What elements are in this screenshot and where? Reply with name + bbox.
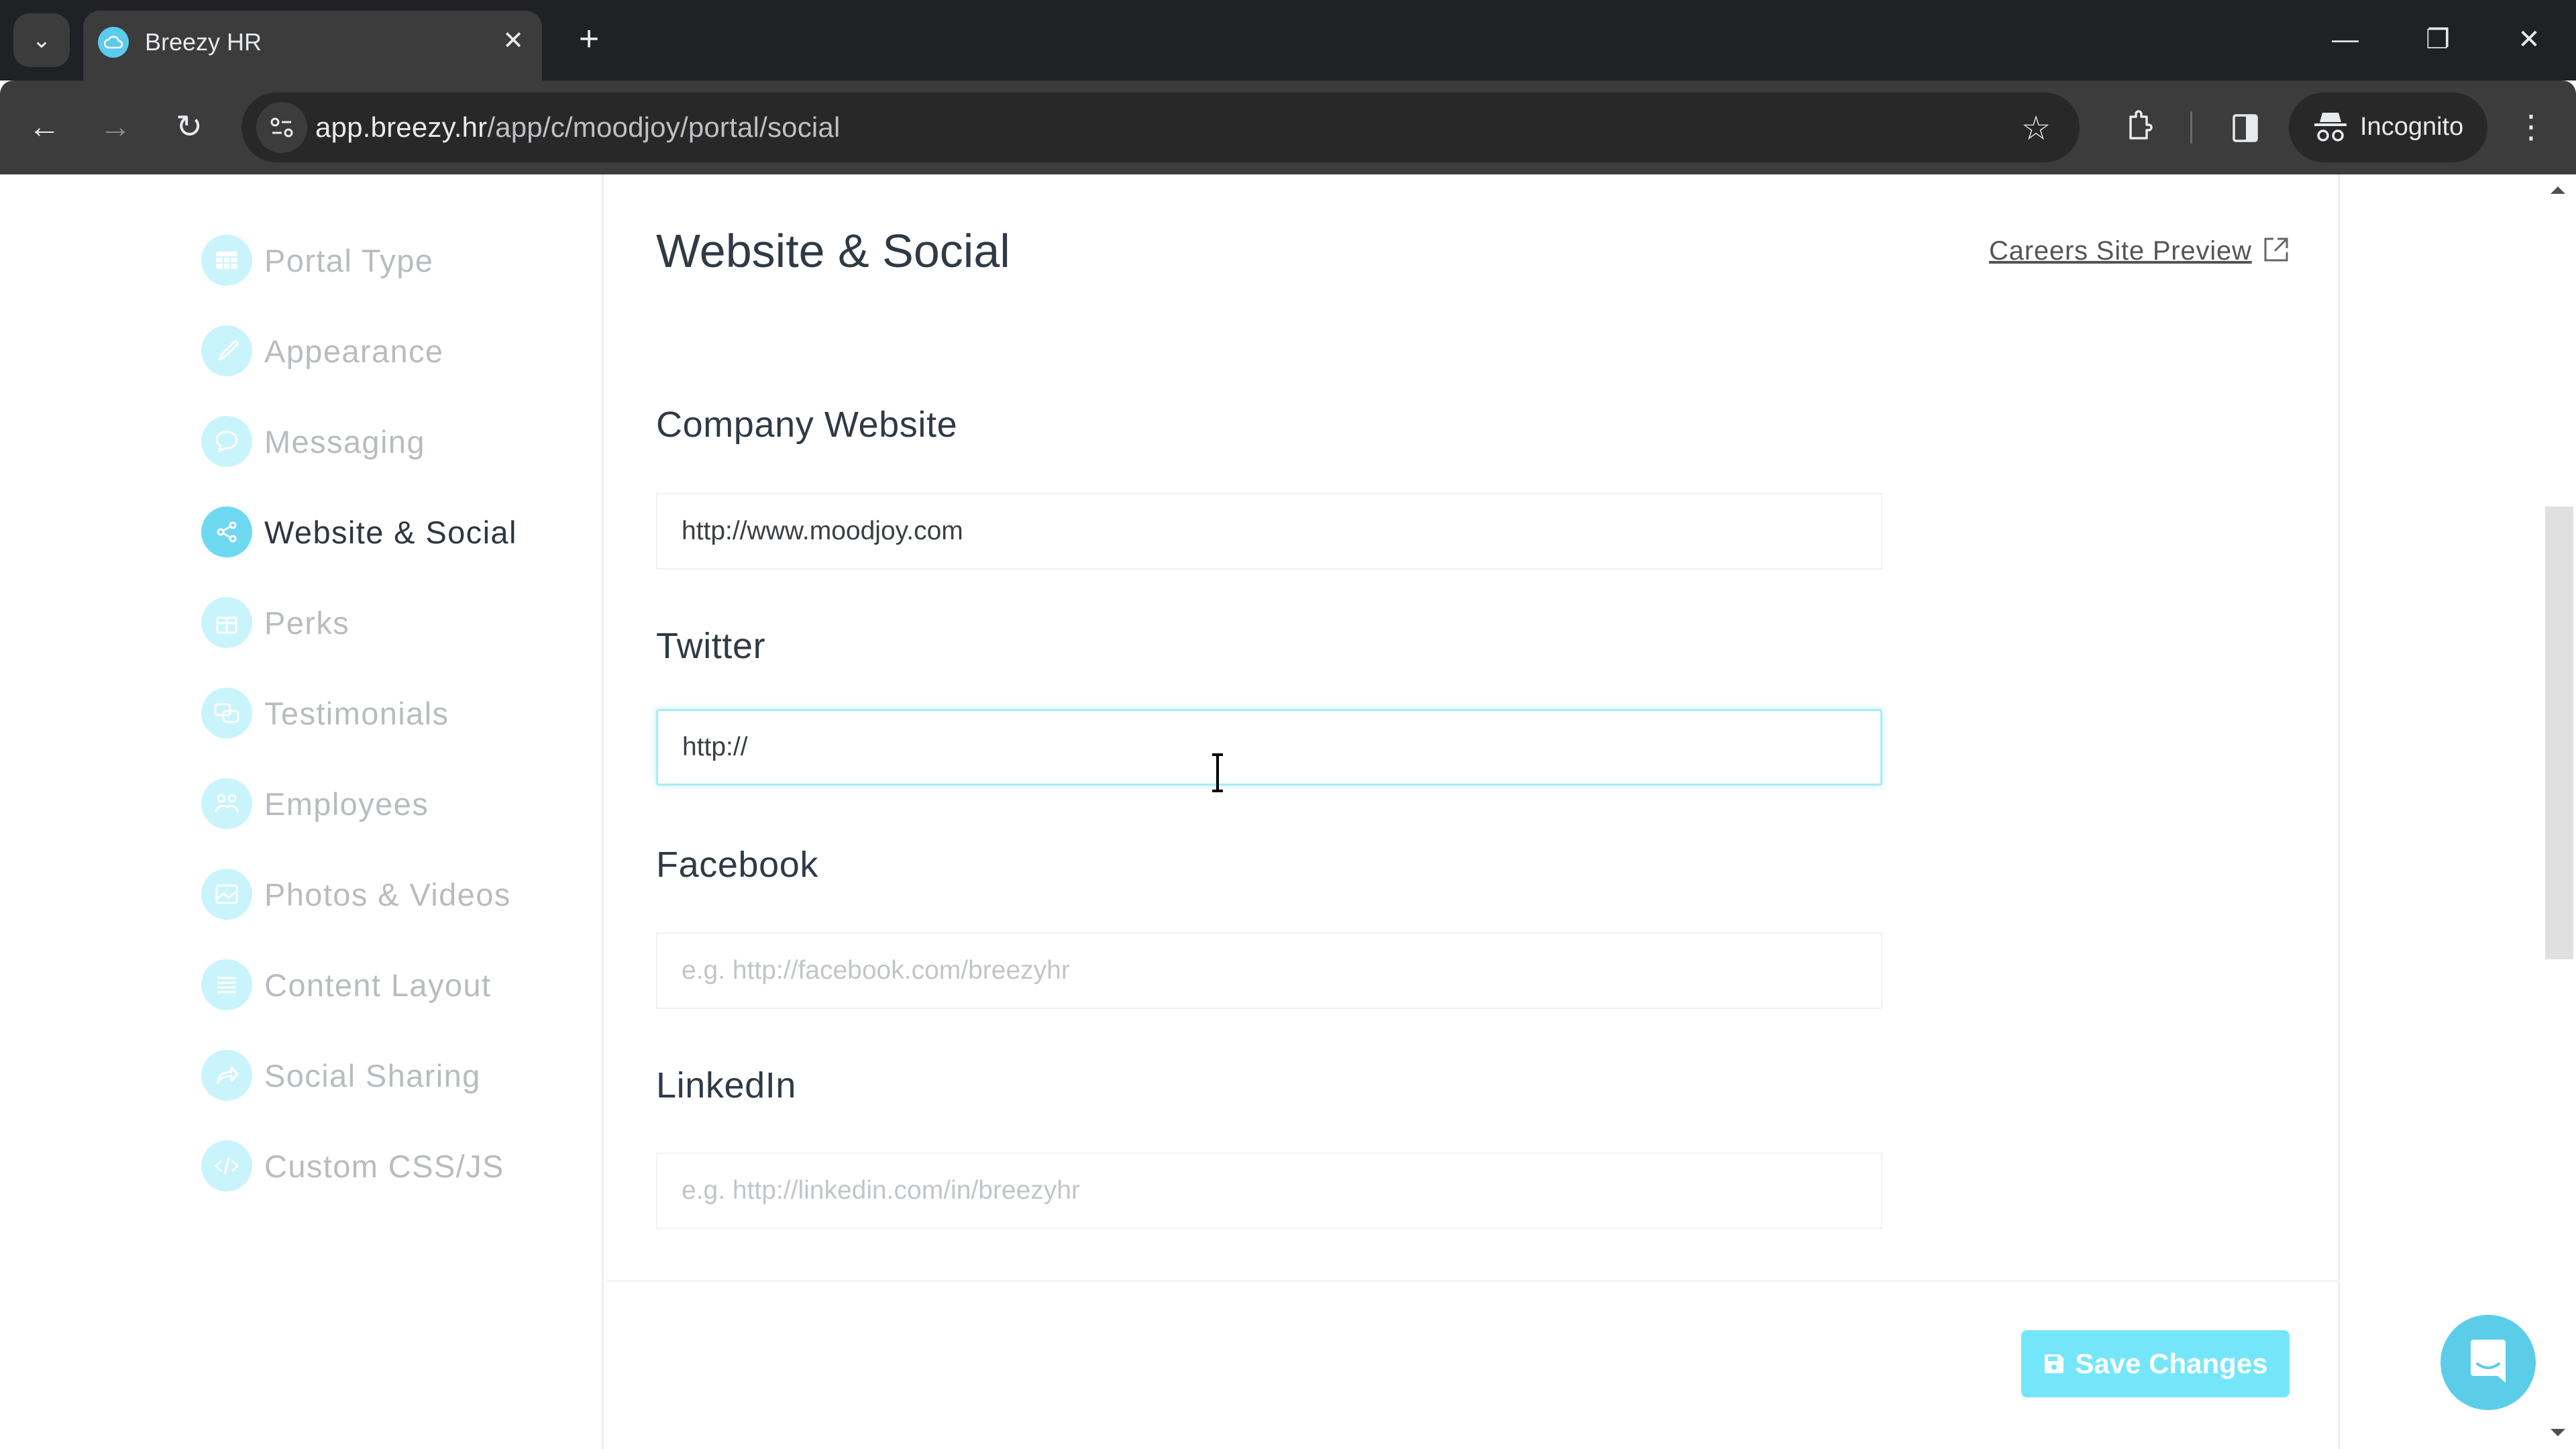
portal-settings-page: Portal Type Appearance Messaging Website… [0,174,2576,1449]
external-link-icon[interactable] [2261,235,2291,264]
brush-icon [201,325,252,376]
sidebar-item-photos-videos[interactable]: Photos & Videos [201,867,511,921]
linkedin-input[interactable] [656,1152,1882,1229]
chat-smile-icon [2471,1340,2506,1383]
sidebar-item-perks[interactable]: Perks [201,596,350,649]
save-changes-label: Save Changes [2075,1348,2268,1379]
image-icon [201,869,252,920]
portal-settings-sidebar: Portal Type Appearance Messaging Website… [0,174,604,1449]
support-chat-button[interactable] [2440,1315,2536,1410]
users-icon [201,778,252,829]
company-website-input[interactable] [656,493,1882,570]
share-icon [201,506,252,557]
sidebar-item-testimonials[interactable]: Testimonials [201,686,449,740]
tab-search-button[interactable]: ⌄ [13,13,70,67]
share-arrow-icon [201,1050,252,1101]
address-bar[interactable]: app.breezy.hr/app/c/moodjoy/portal/socia… [241,93,2080,162]
sidebar-item-social-sharing[interactable]: Social Sharing [201,1049,481,1102]
list-icon [201,959,252,1010]
save-changes-button[interactable]: Save Changes [2021,1330,2290,1397]
incognito-icon [2314,113,2347,142]
close-window-icon[interactable]: ✕ [2502,16,2556,63]
new-tab-button[interactable]: + [569,20,609,60]
sidebar-item-website-social[interactable]: Website & Social [201,505,517,559]
incognito-badge[interactable]: Incognito [2289,93,2487,162]
browser-tab[interactable]: Breezy HR ✕ [83,11,542,80]
floppy-disk-icon [2045,1354,2064,1373]
grid-icon [201,235,252,286]
facebook-label: Facebook [656,845,818,885]
side-panel-icon[interactable] [2218,101,2271,154]
twitter-label: Twitter [656,626,766,666]
tab-title: Breezy HR [145,28,262,56]
minimize-icon[interactable]: — [2318,16,2372,63]
browser-menu-icon[interactable]: ⋮ [2508,101,2555,154]
site-info-icon[interactable] [256,102,307,153]
scrollbar-thumb[interactable] [2545,506,2573,959]
chevron-down-icon: ⌄ [32,28,52,53]
code-icon [201,1140,252,1191]
comments-icon [201,688,252,739]
reload-icon[interactable]: ↻ [162,101,216,154]
forward-icon[interactable]: → [89,101,142,154]
twitter-input[interactable] [656,709,1882,786]
company-website-label: Company Website [656,405,958,445]
chat-bubble-icon [201,416,252,467]
scroll-up-arrow-icon[interactable] [2551,186,2565,194]
website-social-panel: Website & Social Careers Site Preview Co… [606,174,2340,1449]
page-title: Website & Social [656,225,1010,277]
sidebar-item-portal-type[interactable]: Portal Type [201,233,433,287]
careers-site-preview-link[interactable]: Careers Site Preview [1989,236,2252,266]
extensions-icon[interactable] [2113,101,2167,154]
restore-icon[interactable]: ❐ [2411,16,2465,63]
incognito-label: Incognito [2360,113,2464,141]
toolbar-divider [2190,111,2192,144]
sidebar-item-employees[interactable]: Employees [201,777,429,830]
gift-icon [201,597,252,648]
mouse-text-cursor-icon [1212,753,1223,792]
url-text[interactable]: app.breezy.hr/app/c/moodjoy/portal/socia… [315,111,841,144]
breezy-favicon-icon [98,27,129,58]
close-tab-icon[interactable]: ✕ [496,24,530,58]
footer-divider [606,1280,2340,1282]
browser-toolbar: ← → ↻ app.breezy.hr/app/c/moodjoy/portal… [0,80,2576,174]
sidebar-item-content-layout[interactable]: Content Layout [201,958,491,1012]
linkedin-label: LinkedIn [656,1065,796,1106]
sidebar-item-custom-css-js[interactable]: Custom CSS/JS [201,1139,504,1193]
sidebar-item-appearance[interactable]: Appearance [201,324,443,378]
scroll-down-arrow-icon[interactable] [2551,1429,2565,1436]
sidebar-item-messaging[interactable]: Messaging [201,415,425,468]
facebook-input[interactable] [656,932,1882,1009]
bookmark-star-icon[interactable]: ☆ [2012,105,2059,152]
browser-tab-bar: ⌄ Breezy HR ✕ + — ❐ ✕ [0,0,2576,80]
back-icon[interactable]: ← [17,101,71,154]
